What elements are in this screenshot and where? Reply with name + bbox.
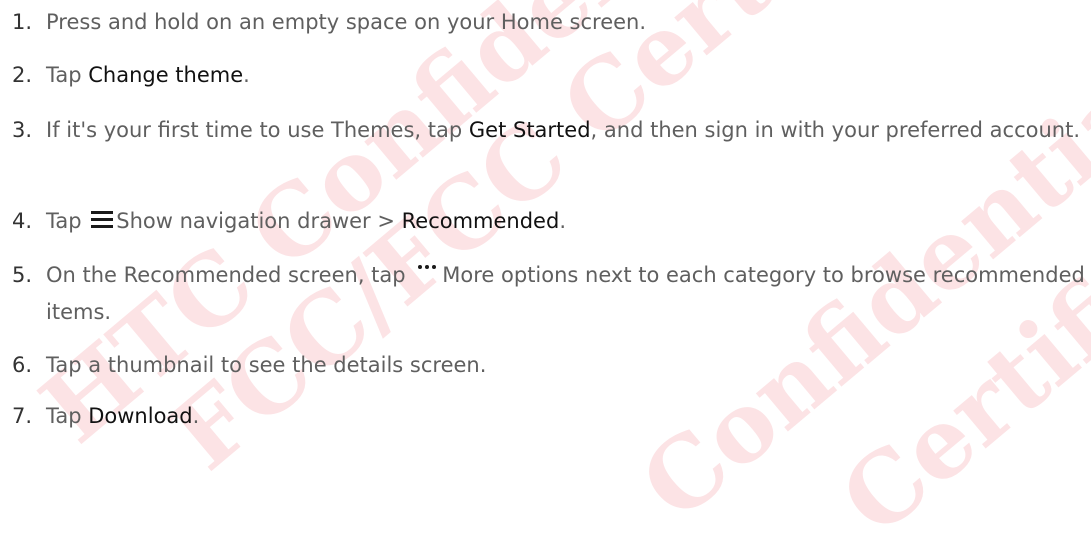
step-text: Press and hold on an empty space on your… [46,10,647,34]
ui-term-download: Download [88,404,193,428]
step-5: 5. On the Recommended screen, tap More o… [12,257,1087,331]
step-3: 3. If it's your first time to use Themes… [12,112,1087,149]
step-number: 6. [12,353,33,377]
step-4: 4. Tap Show navigation drawer > Recommen… [12,203,1087,240]
step-number: 1. [12,10,33,34]
more-options-icon [416,265,438,281]
step-number: 7. [12,404,33,428]
ui-term-get-started: Get Started [468,118,591,142]
ui-term-recommended: Recommended [401,209,560,233]
step-number: 5. [12,263,33,287]
step-7: 7. Tap Download. [12,398,1087,435]
step-number: 4. [12,209,33,233]
ui-term-change-theme: Change theme [88,63,244,87]
step-text: Tap a thumbnail to see the details scree… [46,353,487,377]
step-text: Tap Change theme. [46,63,250,87]
step-text: On the Recommended screen, tap More opti… [46,263,1085,324]
step-1: 1. Press and hold on an empty space on y… [12,4,1087,41]
step-text: If it's your first time to use Themes, t… [46,118,1080,142]
step-text: Tap Show navigation drawer > Recommended… [46,209,566,233]
step-2: 2. Tap Change theme. [12,57,1087,94]
hamburger-menu-icon [91,210,114,228]
step-6: 6. Tap a thumbnail to see the details sc… [12,347,1087,384]
step-text: Tap Download. [46,404,200,428]
step-number: 2. [12,63,33,87]
step-number: 3. [12,118,33,142]
